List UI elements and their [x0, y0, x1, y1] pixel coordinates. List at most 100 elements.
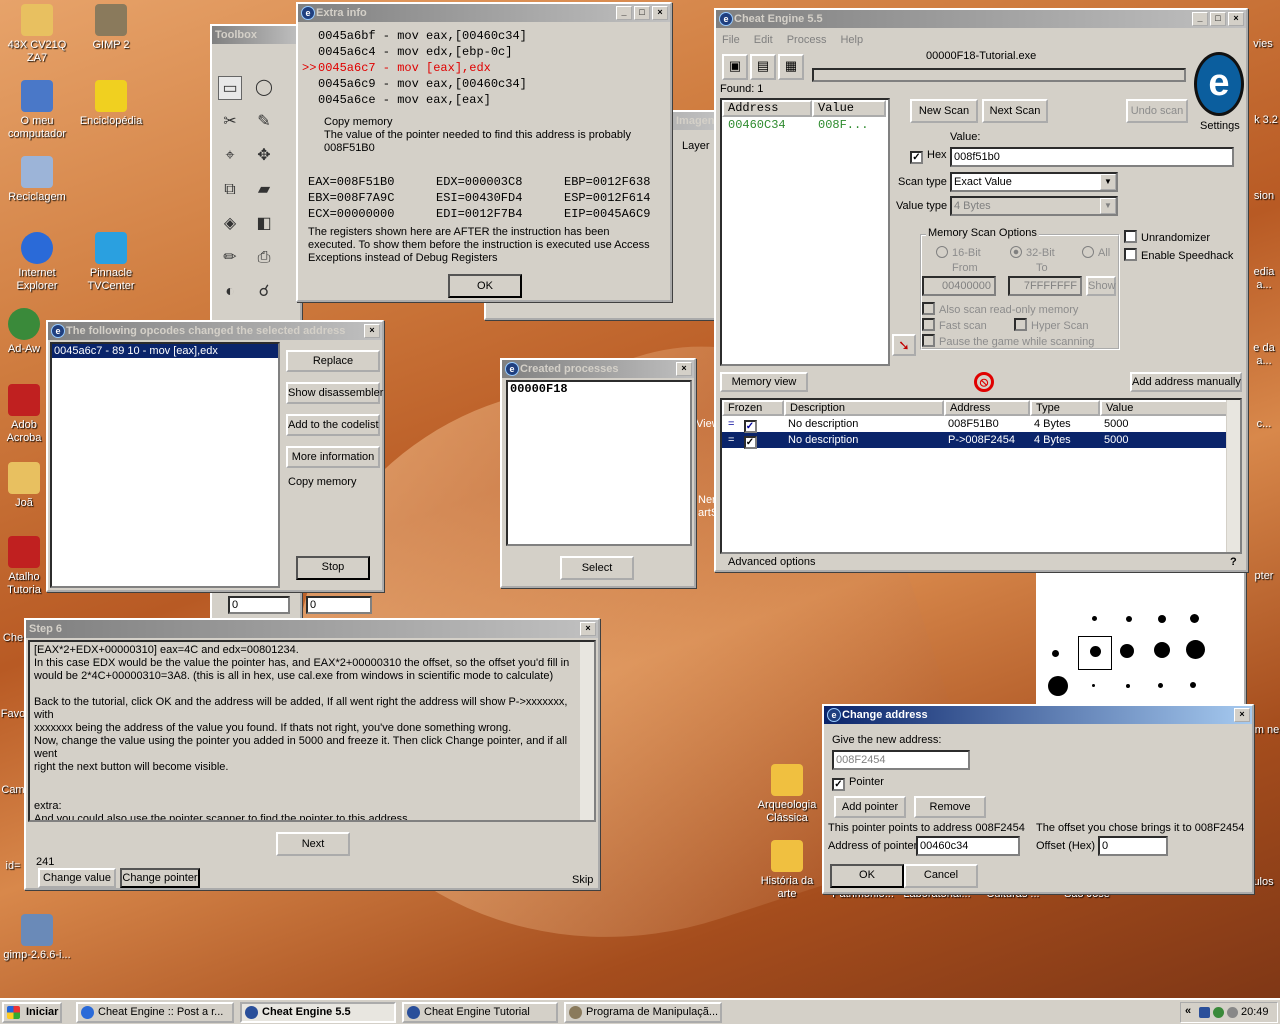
- smudge-tool-icon[interactable]: ☌: [252, 280, 276, 304]
- desktop-icon-43x[interactable]: 43X CV21Q ZA7: [0, 4, 74, 65]
- copy-memory-label[interactable]: Copy memory: [324, 116, 392, 128]
- desktop-icon-historia[interactable]: História da arte: [750, 840, 824, 901]
- desktop-icon-favo[interactable]: Favo: [0, 708, 26, 721]
- desktop-label-right-0[interactable]: vies: [1246, 38, 1280, 51]
- desktop-label-right-5[interactable]: c...: [1248, 418, 1280, 431]
- open-process-button[interactable]: ▣: [722, 54, 748, 80]
- scan-type-select[interactable]: Exact Value ▼: [950, 172, 1118, 192]
- brush-dot[interactable]: [1092, 616, 1097, 621]
- add-pointer-button[interactable]: Add pointer: [834, 796, 906, 818]
- select-button[interactable]: Select: [560, 556, 634, 580]
- list-item[interactable]: 00000F18: [508, 382, 690, 396]
- brush-dot[interactable]: [1158, 683, 1163, 688]
- column-header-address[interactable]: Address: [722, 100, 812, 117]
- desktop-icon-cam[interactable]: Cam: [0, 784, 26, 797]
- desktop-icon-pinnacle[interactable]: Pinnacle TVCenter: [74, 232, 148, 293]
- new-address-input[interactable]: 008F2454: [832, 750, 970, 770]
- table-row-selected[interactable]: = ✓ No description P->008F2454 4 Bytes 5…: [722, 432, 1240, 449]
- crop-tool-icon[interactable]: ⧉: [218, 178, 242, 202]
- close-button[interactable]: ×: [1234, 708, 1250, 722]
- menu-process[interactable]: Process: [787, 34, 827, 46]
- taskbar-item-browser[interactable]: Cheat Engine :: Post a r...: [76, 1002, 234, 1023]
- brush-dot[interactable]: [1126, 616, 1132, 622]
- frozen-checkbox[interactable]: ✓: [743, 436, 757, 449]
- desktop-icon-recycle-bin[interactable]: Reciclagem: [0, 156, 74, 204]
- desktop-label-right-4[interactable]: e da a...: [1248, 342, 1280, 368]
- stop-button[interactable]: Stop: [296, 556, 370, 580]
- offset-input[interactable]: 0: [1098, 836, 1168, 856]
- replace-button[interactable]: Replace: [286, 350, 380, 372]
- radio-all[interactable]: All: [1082, 246, 1110, 259]
- tray-expand-chevron[interactable]: «: [1185, 1005, 1191, 1017]
- minimize-button[interactable]: _: [616, 6, 632, 20]
- settings-label[interactable]: Settings: [1200, 120, 1240, 132]
- advanced-options-link[interactable]: Advanced options: [728, 556, 815, 568]
- bucket-tool-icon[interactable]: ◈: [218, 212, 242, 236]
- volume-icon[interactable]: [1227, 1007, 1238, 1018]
- desktop-label-right-1[interactable]: k 3.2: [1252, 114, 1280, 127]
- radio-32bit[interactable]: 32-Bit: [1010, 246, 1055, 259]
- change-pointer-button[interactable]: Change pointer: [120, 868, 200, 888]
- cancel-button[interactable]: Cancel: [904, 864, 978, 888]
- column-header-value[interactable]: Value: [812, 100, 886, 117]
- desktop-label-right-7[interactable]: m ne: [1254, 724, 1280, 737]
- found-address-list[interactable]: Address Value 00460C34 008F...: [720, 98, 890, 366]
- column-header-value[interactable]: Value: [1100, 400, 1228, 416]
- taskbar-item-tutorial[interactable]: Cheat Engine Tutorial: [402, 1002, 558, 1023]
- table-scrollbar[interactable]: [1226, 400, 1240, 552]
- stamp-tool-icon[interactable]: ⎙: [252, 246, 276, 270]
- close-button[interactable]: ×: [652, 6, 668, 20]
- desktop-icon-tutorial[interactable]: Atalho Tutoria: [0, 536, 48, 597]
- more-information-button[interactable]: More information: [286, 446, 380, 468]
- speedhack-checkbox[interactable]: Enable Speedhack: [1124, 248, 1233, 262]
- minimize-button[interactable]: _: [1192, 12, 1208, 26]
- desktop-icon-encyclopedia[interactable]: Enciclopédia: [74, 80, 148, 128]
- table-row[interactable]: = ✓ No description 008F51B0 4 Bytes 5000: [722, 416, 1240, 433]
- disassembly-list[interactable]: 0045a6bf - mov eax,[00460c34] 0045a6c4 -…: [302, 28, 527, 108]
- radio-16bit[interactable]: 16-Bit: [936, 246, 981, 259]
- close-button[interactable]: ×: [1228, 12, 1244, 26]
- dropdown-arrow-icon[interactable]: ▼: [1100, 198, 1116, 214]
- menu-edit[interactable]: Edit: [754, 34, 773, 46]
- remove-button[interactable]: Remove: [914, 796, 986, 818]
- desktop-icon-ie[interactable]: Internet Explorer: [0, 232, 74, 293]
- close-button[interactable]: ×: [364, 324, 380, 338]
- brush-dot[interactable]: [1158, 615, 1166, 623]
- list-item-selected[interactable]: 0045a6c7 - 89 10 - mov [eax],edx: [52, 344, 278, 358]
- desktop-label-right-2[interactable]: sion: [1248, 190, 1280, 203]
- desktop-icon-acrobat[interactable]: Adob Acroba: [0, 384, 48, 445]
- desktop-icon-my-computer[interactable]: O meu computador: [0, 80, 74, 141]
- maximize-button[interactable]: □: [634, 6, 650, 20]
- brush-dot[interactable]: [1052, 650, 1059, 657]
- close-button[interactable]: ×: [676, 362, 692, 376]
- text-scrollbar[interactable]: [580, 642, 594, 820]
- hyper-scan-checkbox[interactable]: Hyper Scan: [1014, 318, 1088, 332]
- cheat-table[interactable]: Frozen Description Address Type Value = …: [720, 398, 1242, 554]
- fuzzy-select-tool-icon[interactable]: ✎: [252, 110, 276, 134]
- save-button[interactable]: ▦: [778, 54, 804, 80]
- opcodes-list[interactable]: 0045a6c7 - 89 10 - mov [eax],edx: [50, 342, 280, 588]
- brush-dot[interactable]: [1048, 676, 1068, 696]
- desktop-label-right-6[interactable]: pter: [1248, 570, 1280, 583]
- readonly-checkbox[interactable]: Also scan read-only memory: [922, 302, 1078, 316]
- new-scan-button[interactable]: New Scan: [910, 99, 978, 123]
- antivirus-icon[interactable]: [1213, 1007, 1224, 1018]
- dropdown-arrow-icon[interactable]: ▼: [1100, 174, 1116, 190]
- address-of-pointer-input[interactable]: 00460c34: [916, 836, 1020, 856]
- column-header-type[interactable]: Type: [1030, 400, 1100, 416]
- taskbar-item-gimp[interactable]: Programa de Manipulaçã...: [564, 1002, 722, 1023]
- scissors-tool-icon[interactable]: ✂: [218, 110, 242, 134]
- open-file-button[interactable]: ▤: [750, 54, 776, 80]
- ellipse-select-tool-icon[interactable]: ◯: [252, 76, 276, 100]
- start-button[interactable]: Iniciar: [2, 1002, 62, 1023]
- rect-select-tool-icon[interactable]: ▭: [218, 76, 242, 100]
- memory-view-button[interactable]: Memory view: [720, 372, 808, 392]
- add-to-codelist-button[interactable]: Add to the codelist: [286, 414, 380, 436]
- copy-memory-label[interactable]: Copy memory: [288, 476, 356, 488]
- desktop-icon-che[interactable]: Che: [0, 632, 26, 645]
- brush-dot[interactable]: [1186, 640, 1205, 659]
- close-button[interactable]: ×: [580, 622, 596, 636]
- value-input[interactable]: 008f51b0: [950, 147, 1234, 167]
- cheat-engine-logo-icon[interactable]: e: [1194, 52, 1244, 116]
- menu-file[interactable]: File: [722, 34, 740, 46]
